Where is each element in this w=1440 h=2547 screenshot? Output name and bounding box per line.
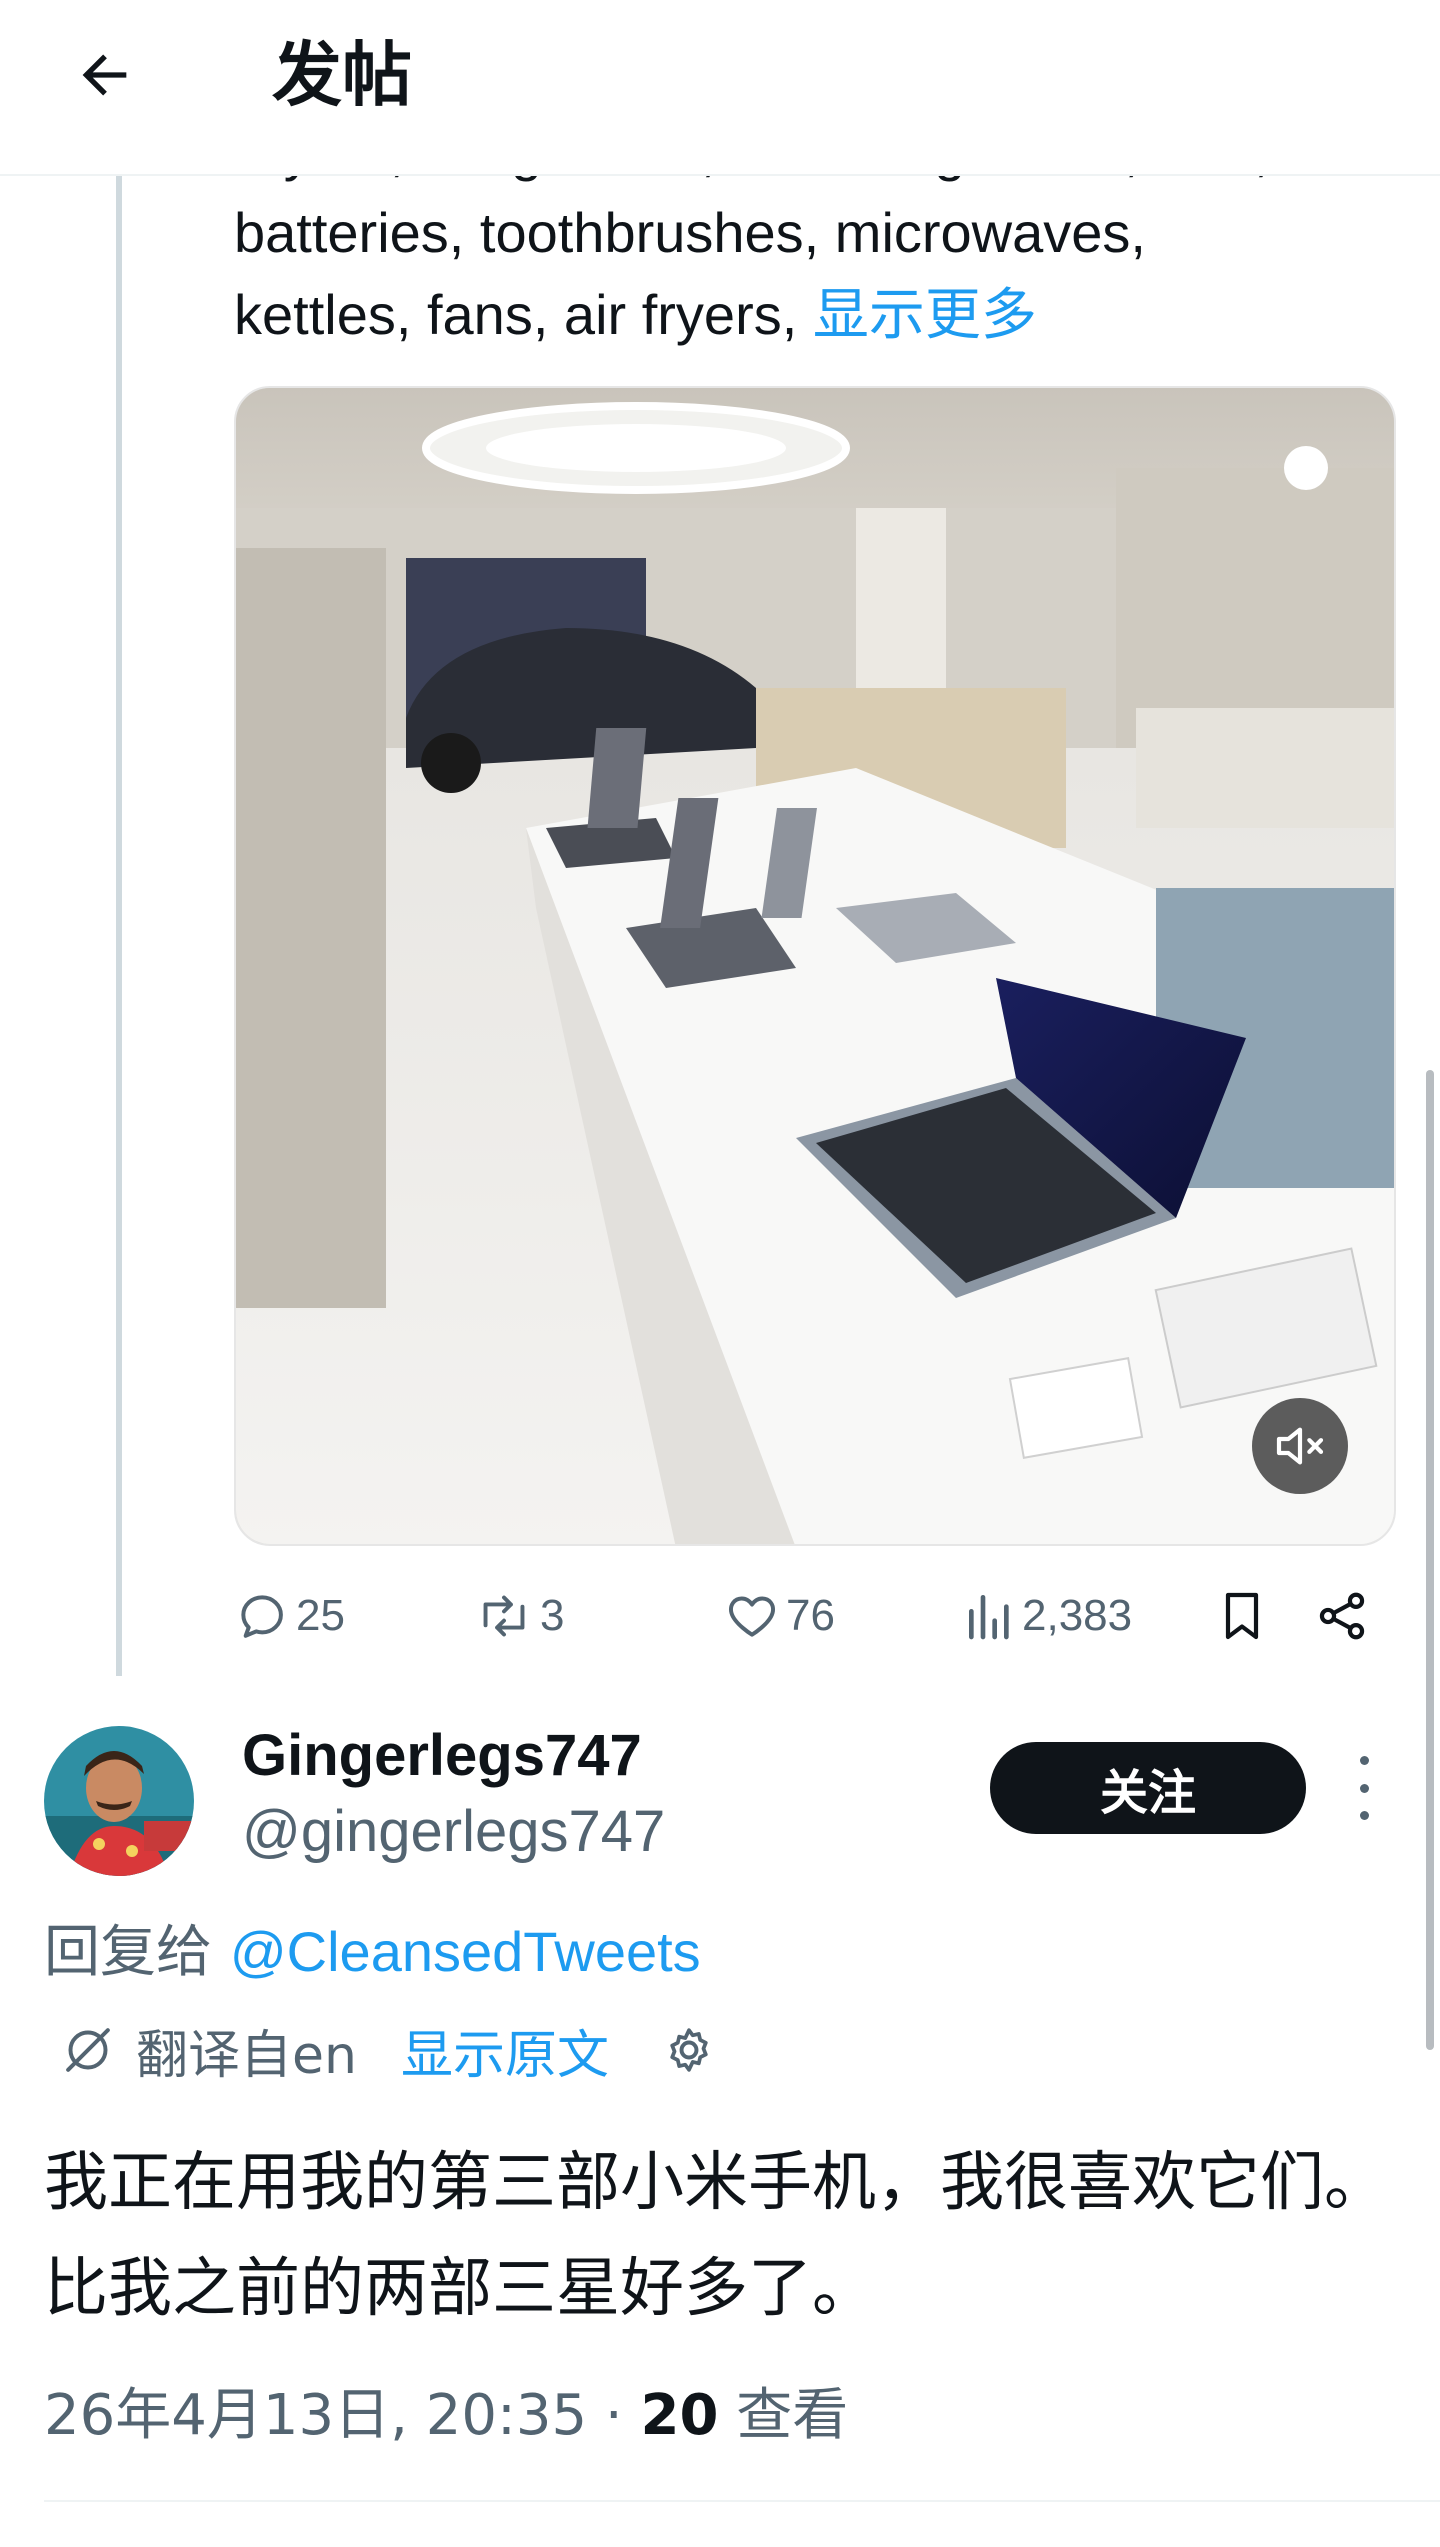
gear-icon bbox=[670, 2028, 708, 2072]
analytics-icon bbox=[969, 1595, 1009, 1640]
translate-icon bbox=[66, 2028, 110, 2072]
like-action[interactable]: 76 bbox=[724, 1580, 835, 1652]
page-title: 发帖 bbox=[272, 34, 412, 116]
tweet-video[interactable] bbox=[234, 386, 1396, 1546]
tweet-text-tail: kettles, fans, air fryers, bbox=[234, 283, 813, 346]
bookmark-action[interactable] bbox=[1214, 1580, 1270, 1652]
reply-to-line: 回复给 @CleansedTweets bbox=[44, 1912, 701, 1993]
display-name[interactable]: Gingerlegs747 bbox=[242, 1720, 642, 1792]
store-scene-image bbox=[236, 388, 1394, 1544]
mute-button[interactable] bbox=[1252, 1398, 1348, 1494]
reply-action[interactable]: 25 bbox=[234, 1580, 345, 1652]
back-button[interactable] bbox=[60, 30, 150, 120]
translation-row: 翻译自en 显示原文 bbox=[60, 2010, 717, 2090]
more-options-button[interactable] bbox=[1344, 1756, 1384, 1820]
reply-views-count: 20 bbox=[640, 2383, 719, 2448]
views-count: 2,383 bbox=[1022, 1591, 1133, 1640]
tweet-text-line: batteries, toothbrushes, microwaves, bbox=[234, 201, 1146, 264]
avatar[interactable] bbox=[44, 1726, 194, 1876]
scrollbar[interactable] bbox=[1426, 1070, 1434, 2050]
more-dot-icon bbox=[1359, 1783, 1369, 1793]
reply-to-prefix: 回复给 bbox=[44, 1920, 230, 1985]
more-dot-icon bbox=[1359, 1756, 1369, 1765]
tweet-text-line-last: kettles, fans, air fryers, 显示更多 bbox=[234, 274, 1394, 357]
reply-icon bbox=[241, 1595, 283, 1638]
translation-settings-button[interactable] bbox=[661, 2022, 717, 2078]
retweet-action[interactable]: 3 bbox=[474, 1580, 564, 1652]
show-more-link[interactable]: 显示更多 bbox=[813, 283, 1037, 348]
user-handle[interactable]: @gingerlegs747 bbox=[242, 1796, 665, 1868]
show-original-link[interactable]: 显示原文 bbox=[401, 2013, 609, 2088]
tweet-meta: 26年4月13日, 20:35 · 20 查看 bbox=[44, 2376, 848, 2456]
avatar-image bbox=[44, 1726, 194, 1876]
bookmark-icon bbox=[1225, 1592, 1259, 1640]
heart-icon bbox=[729, 1596, 775, 1637]
reply-views-label: 查看 bbox=[718, 2383, 849, 2448]
follow-button[interactable]: 关注 bbox=[990, 1742, 1306, 1834]
translated-from-label: 翻译自en bbox=[136, 2025, 357, 2086]
retweet-icon bbox=[483, 1595, 525, 1637]
share-action[interactable] bbox=[1314, 1580, 1370, 1652]
share-icon bbox=[1319, 1592, 1365, 1640]
timestamp[interactable]: 26年4月13日, 20:35 · bbox=[44, 2383, 641, 2448]
more-dot-icon bbox=[1359, 1811, 1369, 1820]
views-action[interactable]: 2,383 bbox=[964, 1580, 1132, 1652]
retweet-count: 3 bbox=[540, 1591, 565, 1640]
reply-text: 我正在用我的第三部小米手机，我很喜欢它们。比我之前的两部三星好多了。 bbox=[44, 2146, 1388, 2326]
top-bar: 发帖 bbox=[0, 0, 1440, 176]
reply-count: 25 bbox=[296, 1591, 345, 1640]
thread-connector-line bbox=[116, 176, 122, 1676]
divider bbox=[44, 2500, 1440, 2502]
tweet-action-bar: 25 3 76 2,383 bbox=[234, 1580, 1396, 1652]
like-count: 76 bbox=[786, 1591, 835, 1640]
mute-icon bbox=[1276, 1427, 1324, 1465]
back-arrow-icon bbox=[82, 54, 127, 96]
reply-to-mention[interactable]: @CleansedTweets bbox=[230, 1920, 701, 1983]
